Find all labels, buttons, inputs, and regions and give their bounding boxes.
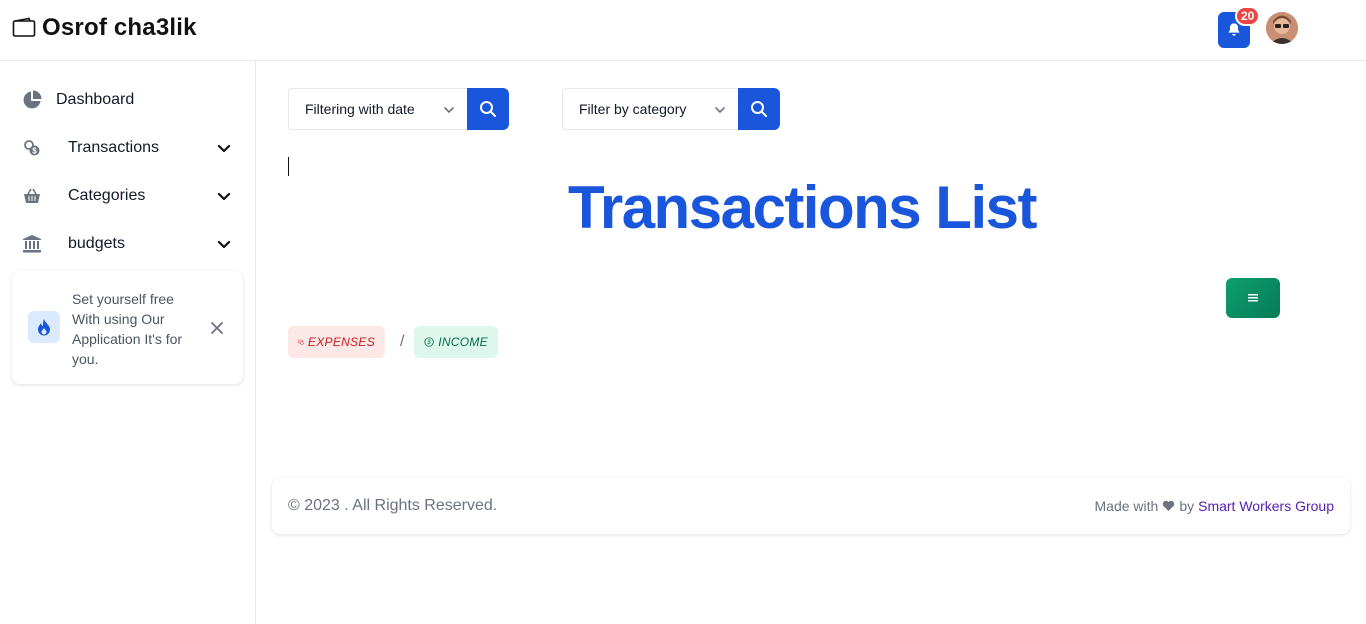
made-with-prefix: Made with (1094, 498, 1159, 514)
brand-title: Osrof cha3lik (42, 14, 197, 41)
close-icon[interactable] (208, 319, 226, 337)
sidebar-item-dashboard[interactable]: Dashboard (12, 80, 244, 120)
date-filter-select[interactable]: Filtering with date (288, 88, 467, 130)
avatar-image (1266, 12, 1298, 44)
income-badge[interactable]: $ INCOME (414, 326, 498, 358)
dollar-circle-icon: $ (424, 337, 434, 347)
footer: © 2023 . All Rights Reserved. Made with … (272, 478, 1350, 534)
category-filter-search-button[interactable] (738, 88, 780, 130)
chevron-down-icon[interactable] (216, 188, 232, 204)
list-view-button[interactable] (1226, 278, 1280, 318)
svg-text:$: $ (32, 147, 37, 156)
made-with: Made with by Smart Workers Group (1095, 498, 1335, 514)
coins-icon: $ (22, 138, 42, 158)
made-with-by: by (1179, 498, 1195, 514)
search-icon (751, 101, 767, 117)
expenses-badge[interactable]: EXPENSES (288, 326, 385, 358)
chevron-down-icon (444, 107, 454, 114)
sidebar-item-label: Transactions (68, 139, 159, 156)
sidebar-item-categories[interactable]: Categories (12, 176, 244, 216)
smart-workers-group-link[interactable]: Smart Workers Group (1198, 498, 1334, 514)
badge-separator: / (400, 333, 405, 350)
list-icon (1248, 294, 1258, 302)
sidebar: Dashboard $ Transactions Categories budg… (0, 61, 256, 624)
svg-text:$: $ (426, 340, 431, 346)
sidebar-item-label: budgets (68, 235, 125, 252)
sidebar-item-label: Categories (68, 187, 146, 204)
category-filter-label: Filter by category (579, 101, 687, 117)
date-filter: Filtering with date (288, 88, 509, 130)
brand[interactable]: Osrof cha3lik (12, 14, 197, 42)
expenses-label: EXPENSES (307, 335, 375, 349)
wallet-icon (12, 17, 36, 37)
sidebar-item-budgets[interactable]: budgets (12, 224, 244, 264)
page-title: Transactions List (568, 174, 1037, 241)
expenses-icon (298, 339, 304, 345)
notifications-count-badge: 20 (1235, 6, 1261, 26)
income-label: INCOME (438, 335, 488, 349)
search-icon (480, 101, 496, 117)
sidebar-item-label: Dashboard (56, 91, 135, 108)
chevron-down-icon (715, 107, 725, 114)
basket-icon (22, 186, 42, 206)
copyright-text: © 2023 . All Rights Reserved. (288, 497, 498, 514)
top-navbar: Osrof cha3lik 20 (0, 0, 1366, 61)
heart-icon (1163, 500, 1175, 511)
pie-chart-icon (22, 90, 42, 110)
bank-icon (22, 234, 42, 254)
user-avatar[interactable] (1266, 12, 1298, 44)
fire-icon (28, 311, 60, 343)
sidebar-item-transactions[interactable]: $ Transactions (12, 128, 244, 168)
promo-card: Set yourself free With using Our Applica… (12, 271, 243, 384)
category-filter-select[interactable]: Filter by category (562, 88, 738, 130)
text-cursor (288, 157, 289, 176)
date-filter-search-button[interactable] (467, 88, 509, 130)
date-filter-label: Filtering with date (305, 101, 415, 117)
chevron-down-icon[interactable] (216, 140, 232, 156)
promo-text: Set yourself free With using Our Applica… (72, 291, 183, 367)
chevron-down-icon[interactable] (216, 236, 232, 252)
category-filter: Filter by category (562, 88, 780, 130)
